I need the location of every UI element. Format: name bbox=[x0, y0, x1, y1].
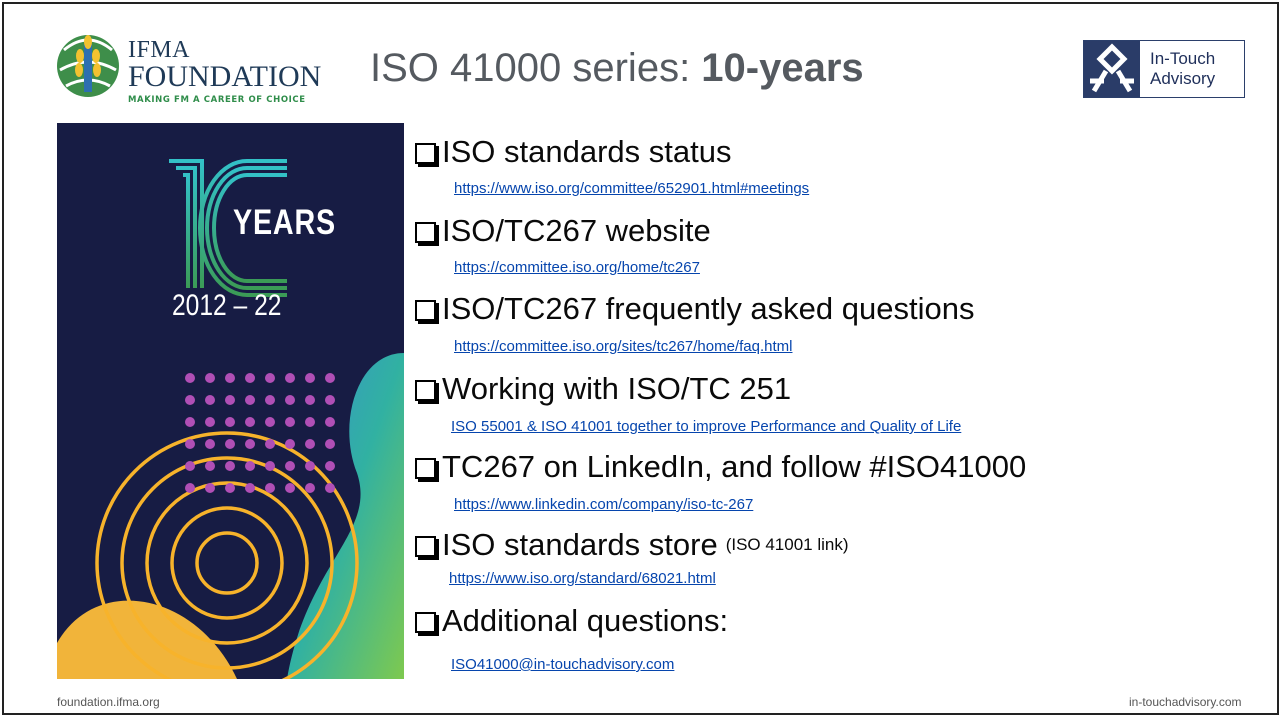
list-item: ISO standards store (ISO 41001 link) bbox=[415, 528, 849, 562]
page-title: ISO 41000 series: 10-years bbox=[370, 44, 864, 92]
poster-years-word: YEARS bbox=[233, 203, 336, 242]
list-item: ISO standards status bbox=[415, 135, 731, 169]
item-note: (ISO 41001 link) bbox=[725, 535, 849, 554]
list-item: ISO/TC267 frequently asked questions bbox=[415, 292, 974, 326]
checkbox-icon bbox=[415, 611, 439, 636]
anniversary-poster: YEARS 2012 – 22 bbox=[57, 123, 404, 679]
title-bold: 10-years bbox=[701, 46, 864, 90]
ifma-logo-tagline: MAKING FM A CAREER OF CHOICE bbox=[128, 95, 306, 105]
item-link[interactable]: ISO41000@in-touchadvisory.com bbox=[451, 656, 674, 674]
poster-year-range: 2012 – 22 bbox=[172, 289, 282, 322]
checkbox-icon bbox=[415, 379, 439, 404]
list-item: Additional questions: bbox=[415, 604, 728, 638]
ifma-logo-line2: FOUNDATION bbox=[128, 60, 322, 93]
item-link[interactable]: https://www.iso.org/standard/68021.html bbox=[449, 570, 716, 588]
figure-icon bbox=[1084, 41, 1140, 97]
title-regular: ISO 41000 series: bbox=[370, 46, 702, 90]
item-heading: TC267 on LinkedIn, and follow #ISO41000 bbox=[442, 449, 1027, 484]
item-heading: Additional questions: bbox=[442, 603, 729, 638]
item-link[interactable]: https://committee.iso.org/sites/tc267/ho… bbox=[454, 338, 792, 356]
checkbox-icon bbox=[415, 221, 439, 246]
ifma-logo-line1: IFMA bbox=[128, 37, 191, 63]
item-heading: ISO standards store bbox=[442, 527, 718, 562]
item-heading: ISO/TC267 frequently asked questions bbox=[442, 291, 975, 326]
list-item: TC267 on LinkedIn, and follow #ISO41000 bbox=[415, 450, 1026, 484]
checkbox-icon bbox=[415, 457, 439, 482]
checkbox-icon bbox=[415, 299, 439, 324]
list-item: ISO/TC267 website bbox=[415, 214, 711, 248]
ifma-foundation-logo: IFMA FOUNDATION MAKING FM A CAREER OF CH… bbox=[54, 30, 321, 110]
item-heading: ISO/TC267 website bbox=[442, 213, 711, 248]
poster-graphic bbox=[57, 159, 404, 679]
item-link[interactable]: https://committee.iso.org/home/tc267 bbox=[454, 259, 700, 277]
checkbox-icon bbox=[415, 535, 439, 560]
in-touch-advisory-logo: In-Touch Advisory bbox=[1083, 40, 1245, 98]
ita-logo-line1: In-Touch bbox=[1150, 49, 1216, 68]
footer-right: in-touchadvisory.com bbox=[1129, 695, 1242, 709]
item-link[interactable]: ISO 55001 & ISO 41001 together to improv… bbox=[451, 418, 961, 436]
checkbox-icon bbox=[415, 142, 439, 167]
globe-wheat-icon bbox=[57, 35, 119, 97]
ita-logo-text: In-Touch Advisory bbox=[1150, 49, 1215, 89]
list-item: Working with ISO/TC 251 bbox=[415, 372, 791, 406]
item-link[interactable]: https://www.iso.org/committee/652901.htm… bbox=[454, 180, 809, 198]
item-heading: ISO standards status bbox=[442, 134, 732, 169]
footer-left: foundation.ifma.org bbox=[57, 695, 160, 709]
item-link[interactable]: https://www.linkedin.com/company/iso-tc-… bbox=[454, 496, 753, 514]
item-heading: Working with ISO/TC 251 bbox=[442, 371, 792, 406]
ita-logo-line2: Advisory bbox=[1150, 69, 1216, 88]
